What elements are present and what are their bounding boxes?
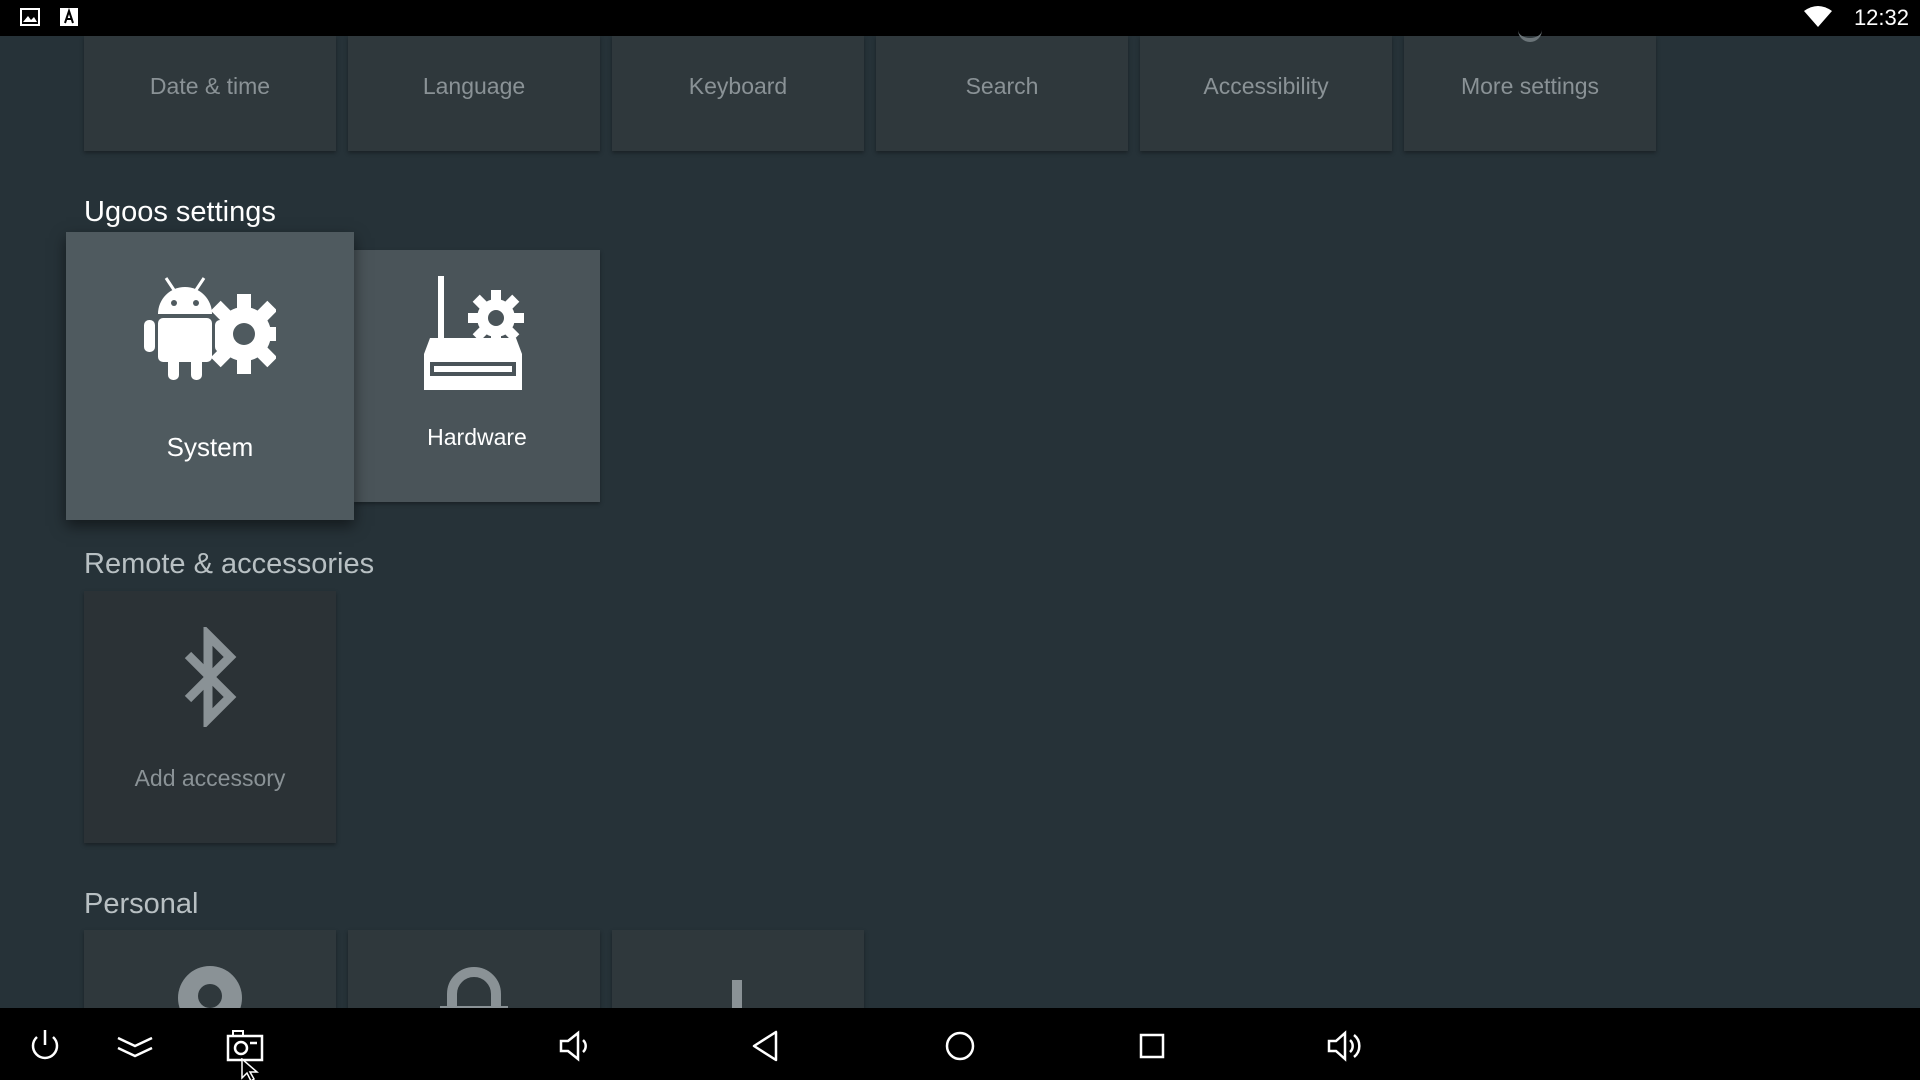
tile-more-settings[interactable]: More settings — [1404, 36, 1656, 151]
tile-label: Add accessory — [134, 765, 286, 791]
tile-label: Accessibility — [1203, 73, 1329, 99]
tile-date-time[interactable]: Date & time — [84, 36, 336, 151]
collapse-icon[interactable] — [115, 1026, 155, 1066]
android-gear-icon — [144, 276, 284, 385]
tile-label: Language — [422, 73, 526, 99]
back-icon[interactable] — [748, 1026, 788, 1066]
section-title-personal: Personal — [84, 888, 199, 920]
wifi-icon — [1804, 6, 1832, 33]
volume-up-icon[interactable] — [1325, 1026, 1365, 1066]
section-title-ugoos: Ugoos settings — [84, 196, 276, 228]
volume-down-icon[interactable] — [555, 1026, 595, 1066]
clock: 12:32 — [1853, 5, 1909, 30]
mouse-cursor — [241, 1057, 260, 1080]
home-icon[interactable] — [940, 1026, 980, 1066]
power-icon[interactable] — [25, 1026, 65, 1066]
settings-screen: 12:32 Date & time Language Keyboard Sear… — [0, 0, 1920, 1080]
tile-keyboard[interactable]: Keyboard — [612, 36, 864, 151]
tile-label: Search — [965, 73, 1039, 99]
tile-add-accessory[interactable]: Add accessory — [84, 591, 336, 843]
bluetooth-icon — [180, 624, 240, 732]
tile-accessibility[interactable]: Accessibility — [1140, 36, 1392, 151]
tile-label: Date & time — [149, 73, 271, 99]
tile-label: System — [166, 432, 254, 462]
text-a-icon — [60, 7, 78, 31]
tile-search[interactable]: Search — [876, 36, 1128, 151]
tile-language[interactable]: Language — [348, 36, 600, 151]
tile-hardware[interactable]: Hardware — [354, 250, 600, 502]
recents-icon[interactable] — [1132, 1026, 1172, 1066]
nav-bar — [0, 1008, 1920, 1080]
tile-label: Keyboard — [688, 73, 788, 99]
tile-label: More settings — [1460, 73, 1600, 99]
router-gear-icon — [418, 276, 528, 397]
tile-label: Hardware — [427, 424, 527, 450]
status-bar: 12:32 — [0, 0, 1920, 36]
tile-system[interactable]: System — [66, 232, 354, 520]
section-title-remote: Remote & accessories — [84, 548, 375, 580]
more-settings-icon — [1518, 30, 1542, 42]
image-icon — [20, 8, 40, 31]
